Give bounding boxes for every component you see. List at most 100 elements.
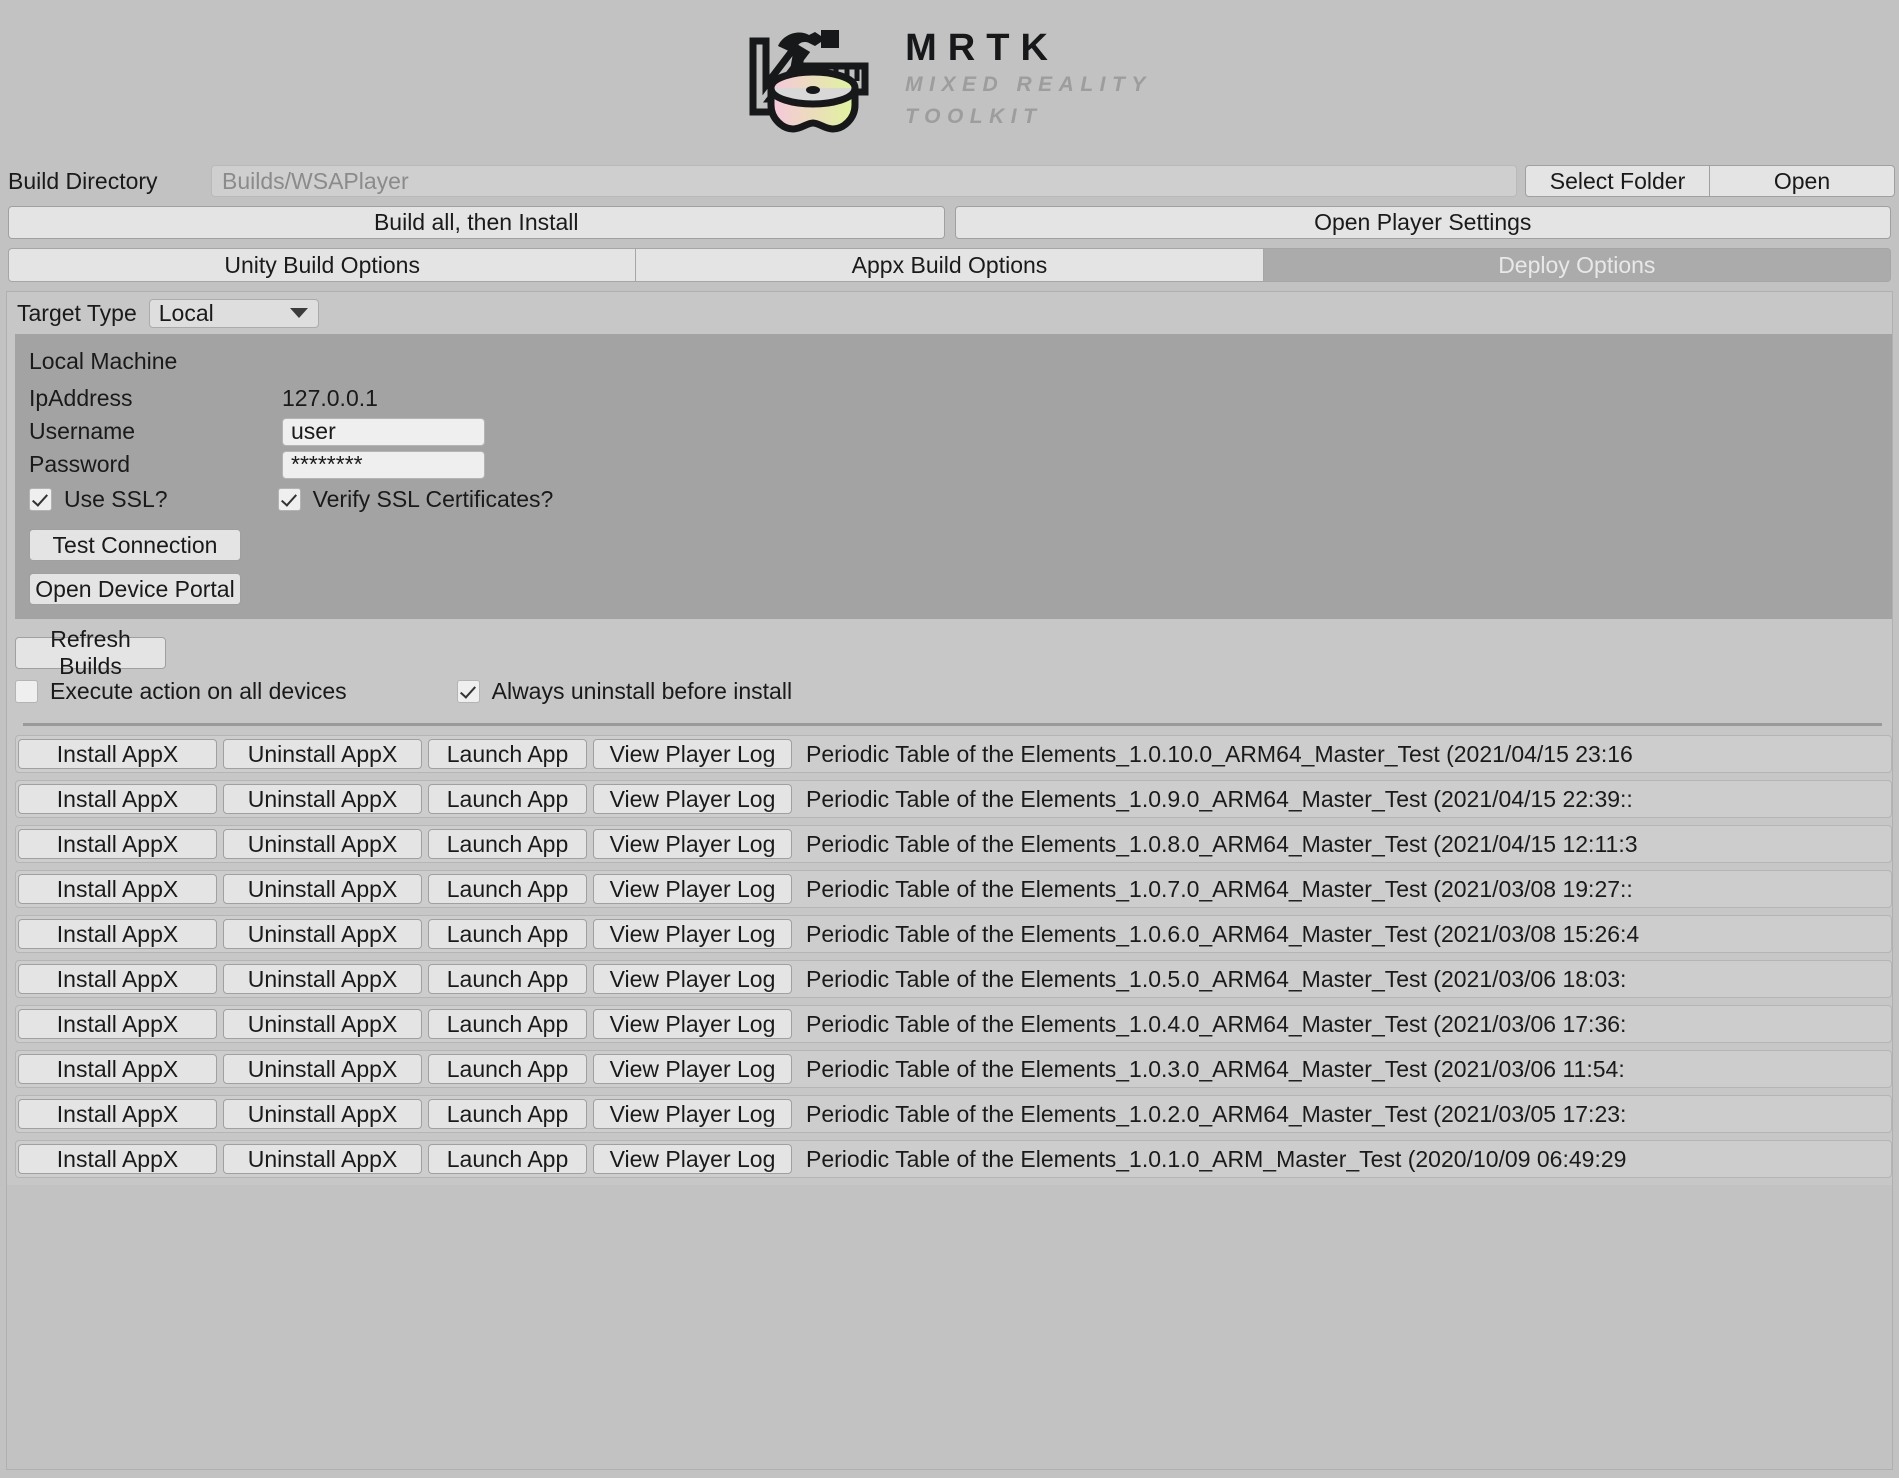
build-name-label: Periodic Table of the Elements_1.0.4.0_A…: [806, 1010, 1627, 1037]
logo-title: MRTK: [905, 27, 1059, 69]
build-name-label: Periodic Table of the Elements_1.0.10.0_…: [806, 740, 1633, 767]
username-row: Username user: [15, 415, 1892, 448]
launch-app-button[interactable]: Launch App: [428, 874, 587, 904]
install-appx-button[interactable]: Install AppX: [18, 1009, 217, 1039]
username-input[interactable]: user: [282, 417, 485, 446]
launch-app-button[interactable]: Launch App: [428, 964, 587, 994]
test-connection-button[interactable]: Test Connection: [29, 529, 241, 561]
build-directory-row: Build Directory Builds/WSAPlayer Select …: [0, 163, 1899, 199]
launch-app-button[interactable]: Launch App: [428, 1144, 587, 1174]
view-player-log-button[interactable]: View Player Log: [593, 829, 792, 859]
install-appx-button[interactable]: Install AppX: [18, 874, 217, 904]
test-connection-row: Test Connection: [15, 517, 1892, 561]
panel-right-border: [1892, 297, 1893, 1470]
use-ssl-checkbox[interactable]: [29, 487, 52, 511]
open-folder-button[interactable]: Open: [1710, 165, 1895, 197]
tab-appx-build-options[interactable]: Appx Build Options: [635, 248, 1263, 282]
launch-app-button[interactable]: Launch App: [428, 919, 587, 949]
build-name-label: Periodic Table of the Elements_1.0.3.0_A…: [806, 1055, 1625, 1082]
uninstall-appx-button[interactable]: Uninstall AppX: [223, 1009, 422, 1039]
primary-actions-row: Build all, then Install Open Player Sett…: [0, 199, 1899, 239]
install-appx-button[interactable]: Install AppX: [18, 1099, 217, 1129]
uninstall-appx-button[interactable]: Uninstall AppX: [223, 739, 422, 769]
execute-on-all-devices-checkbox[interactable]: [15, 680, 38, 703]
uninstall-appx-button[interactable]: Uninstall AppX: [223, 1054, 422, 1084]
deploy-checkbox-row: Execute action on all devices Always uni…: [15, 669, 1892, 709]
logo-wordmark: MRTK MIXED REALITY TOOLKIT: [905, 27, 1152, 134]
view-player-log-button[interactable]: View Player Log: [593, 1099, 792, 1129]
launch-app-button[interactable]: Launch App: [428, 1009, 587, 1039]
verify-ssl-label: Verify SSL Certificates?: [312, 485, 554, 512]
build-name-label: Periodic Table of the Elements_1.0.1.0_A…: [806, 1145, 1627, 1172]
uninstall-appx-button[interactable]: Uninstall AppX: [223, 829, 422, 859]
open-device-portal-row: Open Device Portal: [15, 561, 1892, 605]
uninstall-appx-button[interactable]: Uninstall AppX: [223, 1144, 422, 1174]
uninstall-appx-button[interactable]: Uninstall AppX: [223, 1099, 422, 1129]
build-name-label: Periodic Table of the Elements_1.0.5.0_A…: [806, 965, 1627, 992]
launch-app-button[interactable]: Launch App: [428, 784, 587, 814]
build-name-label: Periodic Table of the Elements_1.0.9.0_A…: [806, 785, 1633, 812]
build-name-label: Periodic Table of the Elements_1.0.6.0_A…: [806, 920, 1640, 947]
install-appx-button[interactable]: Install AppX: [18, 739, 217, 769]
password-label: Password: [29, 451, 130, 477]
view-player-log-button[interactable]: View Player Log: [593, 919, 792, 949]
view-player-log-button[interactable]: View Player Log: [593, 739, 792, 769]
install-appx-button[interactable]: Install AppX: [18, 784, 217, 814]
install-appx-button[interactable]: Install AppX: [18, 1054, 217, 1084]
install-appx-button[interactable]: Install AppX: [18, 829, 217, 859]
target-type-row: Target Type Local: [7, 292, 1892, 334]
open-device-portal-button[interactable]: Open Device Portal: [29, 573, 241, 605]
mrtk-logo-icon: [749, 30, 869, 133]
build-all-then-install-button[interactable]: Build all, then Install: [8, 206, 945, 239]
panel-left-border: [6, 297, 7, 1470]
build-row: Install AppX Uninstall AppX Launch App View…: [15, 870, 1892, 908]
always-uninstall-checkbox[interactable]: [456, 680, 480, 703]
target-type-dropdown[interactable]: Local: [148, 298, 319, 328]
view-player-log-button[interactable]: View Player Log: [593, 874, 792, 904]
launch-app-button[interactable]: Launch App: [428, 829, 587, 859]
build-row: Install AppX Uninstall AppX Launch App View…: [15, 1050, 1892, 1088]
uninstall-appx-button[interactable]: Uninstall AppX: [223, 874, 422, 904]
uninstall-appx-button[interactable]: Uninstall AppX: [223, 784, 422, 814]
view-player-log-button[interactable]: View Player Log: [593, 1054, 792, 1084]
builds-list: Install AppX Uninstall AppX Launch App View…: [7, 726, 1892, 1185]
build-name-label: Periodic Table of the Elements_1.0.2.0_A…: [806, 1100, 1627, 1127]
uninstall-appx-button[interactable]: Uninstall AppX: [223, 919, 422, 949]
install-appx-button[interactable]: Install AppX: [18, 964, 217, 994]
launch-app-button[interactable]: Launch App: [428, 1054, 587, 1084]
options-tab-bar: Unity Build Options Appx Build Options D…: [0, 239, 1899, 282]
deploy-lower-options: Refresh Builds Execute action on all dev…: [7, 619, 1892, 726]
tab-unity-build-options[interactable]: Unity Build Options: [8, 248, 636, 282]
panel-bottom-border: [6, 1469, 1893, 1470]
open-player-settings-button[interactable]: Open Player Settings: [954, 206, 1891, 239]
build-row: Install AppX Uninstall AppX Launch App View…: [15, 960, 1892, 998]
logo-subtitle-line1: MIXED REALITY: [905, 72, 1152, 96]
ssl-checkbox-row: Use SSL? Verify SSL Certificates?: [15, 481, 1892, 517]
uninstall-appx-button[interactable]: Uninstall AppX: [223, 964, 422, 994]
build-row: Install AppX Uninstall AppX Launch App View…: [15, 1005, 1892, 1043]
build-row: Install AppX Uninstall AppX Launch App View…: [15, 915, 1892, 953]
password-input[interactable]: ********: [282, 450, 485, 479]
target-type-label: Target Type: [17, 299, 137, 326]
always-uninstall-label: Always uninstall before install: [491, 678, 793, 704]
view-player-log-button[interactable]: View Player Log: [593, 964, 792, 994]
use-ssl-label: Use SSL?: [64, 485, 168, 512]
refresh-builds-button[interactable]: Refresh Builds: [15, 626, 166, 679]
build-row: Install AppX Uninstall AppX Launch App View…: [15, 780, 1892, 818]
ip-address-row: IpAddress 127.0.0.1: [15, 382, 1892, 415]
install-appx-button[interactable]: Install AppX: [18, 919, 217, 949]
execute-on-all-devices-label: Execute action on all devices: [50, 678, 347, 704]
view-player-log-button[interactable]: View Player Log: [593, 784, 792, 814]
launch-app-button[interactable]: Launch App: [428, 1099, 587, 1129]
logo-subtitle-line2: TOOLKIT: [905, 105, 1043, 129]
select-folder-button[interactable]: Select Folder: [1525, 165, 1710, 197]
build-directory-input[interactable]: Builds/WSAPlayer: [211, 165, 1517, 197]
launch-app-button[interactable]: Launch App: [428, 739, 587, 769]
view-player-log-button[interactable]: View Player Log: [593, 1144, 792, 1174]
password-row: Password ********: [15, 448, 1892, 481]
view-player-log-button[interactable]: View Player Log: [593, 1009, 792, 1039]
verify-ssl-checkbox[interactable]: [277, 487, 301, 511]
install-appx-button[interactable]: Install AppX: [18, 1144, 217, 1174]
tab-deploy-options[interactable]: Deploy Options: [1262, 248, 1891, 282]
connection-panel: Local Machine IpAddress 127.0.0.1 Userna…: [15, 334, 1892, 619]
